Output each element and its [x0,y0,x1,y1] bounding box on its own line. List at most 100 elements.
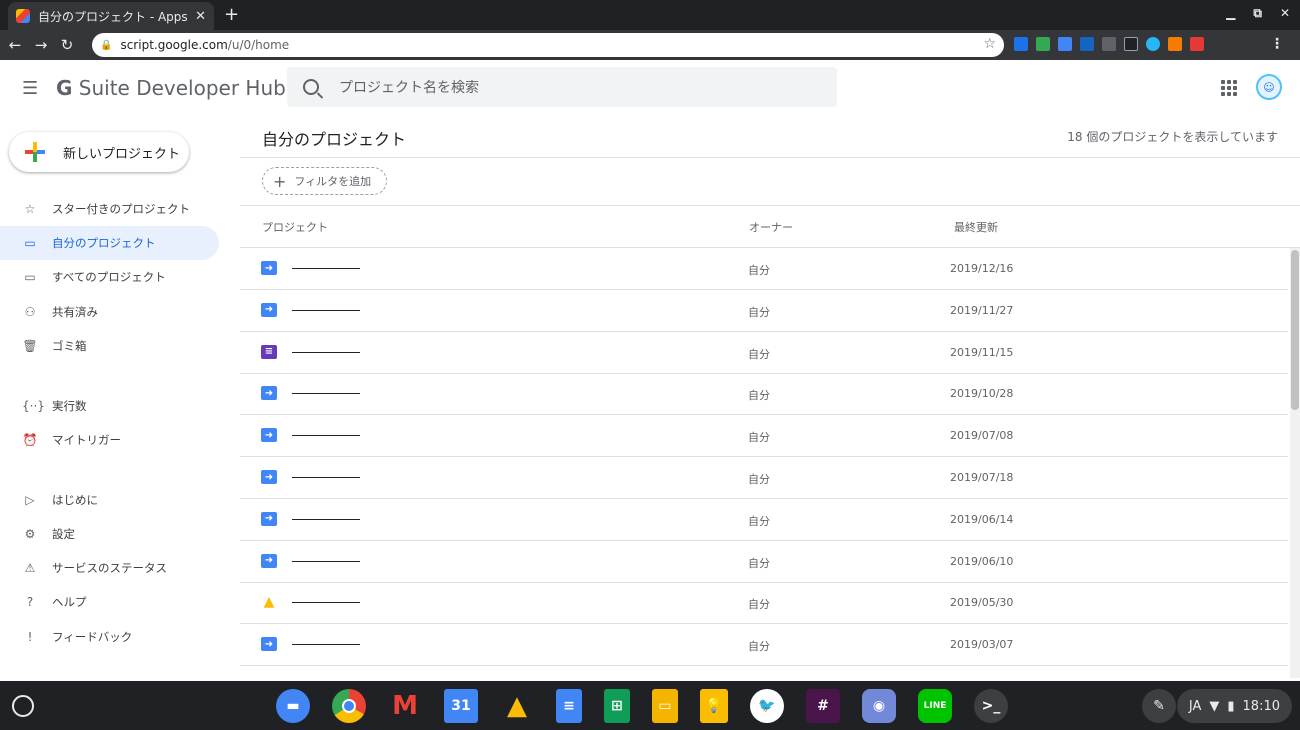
minimize-icon[interactable]: ▁ [1226,6,1235,21]
reload-icon[interactable]: ↻ [56,36,78,54]
sidebar-item-label: サービスのステータス [52,561,167,575]
address-bar[interactable]: 🔒 script.google.com /u/0/home ☆ [92,33,1004,57]
forward-icon[interactable]: → [30,36,52,54]
search-input[interactable]: プロジェクト名を検索 [287,67,837,107]
restore-icon[interactable]: ⧉ [1253,6,1262,21]
extension-icon[interactable] [1124,37,1138,51]
sidebar-item[interactable]: ▭ 自分のプロジェクト [0,226,219,260]
extension-icon[interactable] [1168,37,1182,51]
browser-tab[interactable]: 自分のプロジェクト - Apps Sc ✕ [8,2,214,30]
sidebar-item[interactable]: {··} 実行数 [0,389,219,423]
product-logo[interactable]: G Suite Developer Hub [56,76,286,100]
project-name-redacted[interactable] [292,435,360,437]
launcher-icon[interactable] [12,695,34,717]
project-name-redacted[interactable] [292,393,360,395]
project-name-redacted[interactable] [292,602,360,604]
bookmark-star-icon[interactable]: ☆ [983,36,996,52]
drive-extension-icon[interactable] [1036,37,1050,51]
project-name-redacted[interactable] [292,560,360,562]
docs-app-icon[interactable]: ≡ [556,689,582,723]
table-row[interactable]: ➜ 自分 2019/07/08 [240,415,1288,458]
hamburger-menu-icon[interactable]: ☰ [22,78,38,99]
sidebar-item[interactable]: ⚇ 共有済み [0,295,219,329]
battery-icon: ▮ [1227,698,1235,714]
table-row[interactable]: ▲ 自分 2019/05/30 [240,582,1288,625]
sheets-app-icon[interactable]: ⊞ [604,689,630,723]
column-header-project[interactable]: プロジェクト [262,219,328,235]
project-name-redacted[interactable] [292,477,360,478]
sidebar-item[interactable]: ⚠ サービスのステータス [0,551,219,585]
terminal-app-icon[interactable]: >_ [974,689,1008,723]
files-app-icon[interactable]: ▬ [276,689,310,723]
calendar-app-icon[interactable]: 31 [444,689,478,723]
column-header-owner[interactable]: オーナー [749,219,793,235]
table-row[interactable]: ➜ 自分 2019/07/18 [240,457,1288,499]
close-window-icon[interactable]: ✕ [1280,6,1290,21]
project-name-redacted[interactable] [292,268,360,269]
sidebar-item[interactable]: ⏰ マイトリガー [0,423,219,457]
drive-app-icon[interactable]: ▲ [500,689,534,723]
extension-icon[interactable] [1190,37,1204,51]
table-row[interactable]: ≡ 自分 2019/11/15 [240,332,1288,374]
sidebar-item-label: ゴミ箱 [52,339,87,353]
browser-menu-icon[interactable]: ⋮ [1270,36,1284,52]
gmail-app-icon[interactable]: M [388,689,422,723]
add-filter-button[interactable]: + フィルタを追加 [262,167,387,195]
sidebar-item[interactable]: ⚙ 設定 [0,517,219,551]
twitter-app-icon[interactable]: 🐦 [750,689,784,723]
back-icon[interactable]: ← [4,36,26,54]
project-name-redacted[interactable] [292,518,360,520]
sidebar-item[interactable]: ▭ すべてのプロジェクト [0,260,219,294]
project-name-redacted[interactable] [292,351,360,353]
new-project-label: 新しいプロジェクト [63,146,181,162]
extension-icon[interactable] [1014,37,1028,51]
apps-script-project-icon: ➜ [261,511,277,526]
apps-grid-icon[interactable] [1221,80,1237,96]
project-name-redacted[interactable] [292,309,360,311]
line-app-icon[interactable]: LINE [918,689,952,723]
project-last-modified: 2019/10/28 [950,387,1014,401]
extension-icon[interactable] [1058,37,1072,51]
sidebar-item[interactable]: ☆ スター付きのプロジェクト [0,192,219,226]
avatar[interactable]: ☺ [1256,74,1282,100]
slack-app-icon[interactable]: # [806,689,840,723]
keep-app-icon[interactable]: 💡 [700,689,728,723]
stylus-tools-icon[interactable]: ✎ [1142,689,1176,723]
table-row[interactable]: ➜ 自分 2019/10/28 [240,373,1288,416]
sidebar-item[interactable]: ! フィードバック [0,620,219,654]
plus-icon: + [273,171,287,191]
sidebar-item-label: 共有済み [52,305,98,319]
table-row[interactable]: ➜ 自分 2019/12/16 [240,248,1288,290]
sidebar-item-label: 実行数 [52,399,87,413]
status-tray[interactable]: JA ▼ ▮ 18:10 [1176,689,1292,723]
extension-icon[interactable] [1080,37,1094,51]
project-owner: 自分 [748,598,770,612]
chrome-app-icon[interactable] [332,689,366,723]
project-owner: 自分 [748,347,770,361]
sidebar-item[interactable]: ▷ はじめに [0,483,219,517]
apps-script-project-icon: ➜ [261,261,277,275]
search-icon [303,79,319,95]
sidebar-item[interactable]: ? ヘルプ [0,585,219,619]
new-tab-button[interactable]: + [224,4,239,25]
column-header-last-modified[interactable]: 最終更新 [954,219,998,235]
scrollbar-thumb[interactable] [1291,250,1299,410]
sidebar-item-label: フィードバック [52,630,133,644]
project-last-modified: 2019/07/18 [950,471,1014,484]
slides-app-icon[interactable]: ▭ [652,689,678,723]
tab-close-icon[interactable]: ✕ [195,9,206,24]
extension-icon[interactable] [1146,37,1160,51]
table-row[interactable]: ➜ 自分 2019/03/07 [240,624,1288,667]
table-row[interactable]: ➜ 自分 2019/11/27 [240,290,1288,332]
table-row[interactable]: ➜ 自分 2019/06/10 [240,541,1288,583]
new-project-button[interactable]: 新しいプロジェクト [9,132,189,172]
sidebar-item-label: 自分のプロジェクト [52,236,156,250]
sidebar-item[interactable]: 🗑 ゴミ箱 [0,329,219,363]
table-row[interactable]: ➜ 自分 2019/06/14 [240,499,1288,541]
project-name-redacted[interactable] [292,644,360,646]
pen-extension-icon[interactable] [1102,37,1116,51]
feedback-icon: ! [27,630,33,644]
lock-icon: 🔒 [100,39,113,51]
discord-app-icon[interactable]: ◉ [862,689,896,723]
warning-icon: ⚠ [24,561,36,575]
